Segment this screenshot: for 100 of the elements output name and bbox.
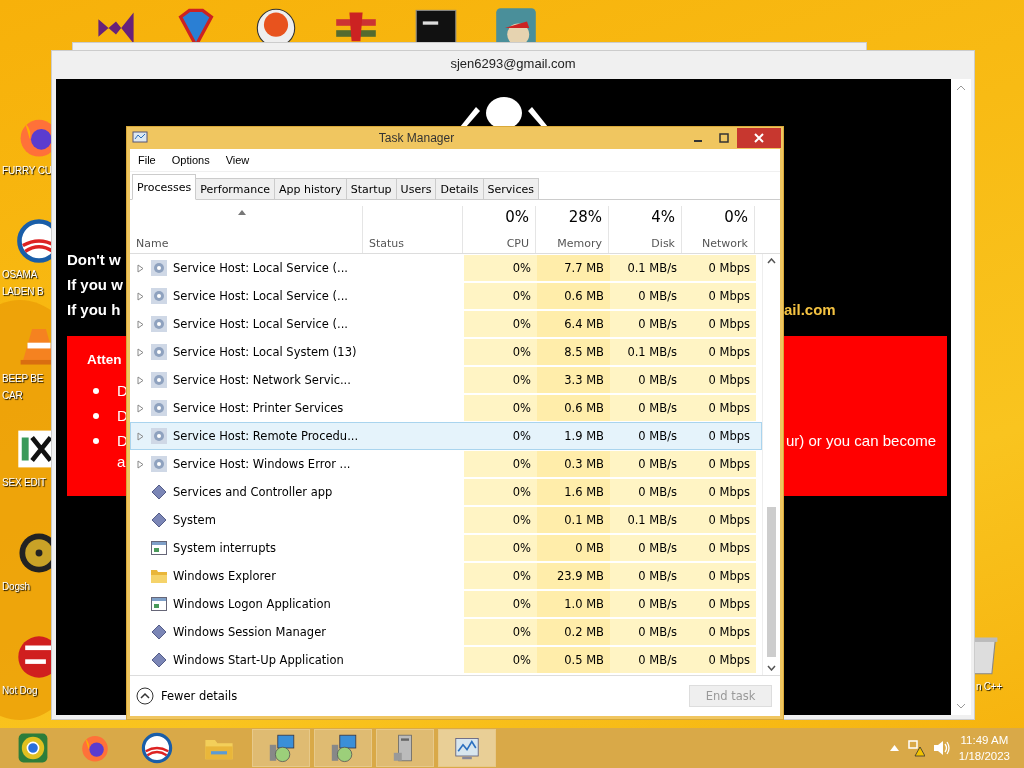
table-cell: 0.1 MB/s xyxy=(610,255,683,281)
menu-item[interactable]: View xyxy=(219,154,256,166)
taskbar-button[interactable] xyxy=(252,729,310,767)
table-cell: 1.6 MB xyxy=(537,479,610,505)
process-name: System xyxy=(173,513,216,527)
process-row[interactable]: Service Host: Local Service (... 0% 7.7 MB 0.1 MB/s 0 Mbps xyxy=(130,254,762,282)
table-cell: 0% xyxy=(464,535,537,561)
process-row[interactable]: System interrupts 0% 0 MB 0 MB/s 0 Mbps xyxy=(130,534,762,562)
browser-icon xyxy=(17,732,49,764)
tab[interactable]: Details xyxy=(435,178,484,199)
process-row[interactable]: System 0% 0.1 MB 0.1 MB/s 0 Mbps xyxy=(130,506,762,534)
process-name: Services and Controller app xyxy=(173,485,333,499)
close-button[interactable] xyxy=(737,128,781,148)
taskbar-button[interactable] xyxy=(376,729,434,767)
column-header[interactable]: Network xyxy=(702,237,748,250)
process-name: Service Host: Network Servic... xyxy=(173,373,351,387)
process-name: Service Host: Local Service (... xyxy=(173,261,348,275)
table-cell: 3.3 MB xyxy=(537,367,610,393)
usage-percent: 4% xyxy=(651,208,675,226)
gear-icon xyxy=(151,428,167,444)
table-cell: 1.0 MB xyxy=(537,591,610,617)
icon-label: BEEP BE xyxy=(2,372,44,385)
menu-item[interactable]: Options xyxy=(165,154,216,166)
usage-percent: 0% xyxy=(505,208,529,226)
expand-caret-icon[interactable] xyxy=(137,459,145,469)
process-name: Service Host: Remote Procedu... xyxy=(173,429,359,443)
expand-caret-icon[interactable] xyxy=(137,319,145,329)
process-row[interactable]: Windows Logon Application 0% 1.0 MB 0 MB/s 0 Mbps xyxy=(130,590,762,618)
tray-caret-icon[interactable] xyxy=(889,745,899,751)
usage-percent: 28% xyxy=(568,208,602,226)
window-icon xyxy=(151,597,167,611)
process-row[interactable]: Windows Explorer 0% 23.9 MB 0 MB/s 0 Mbps xyxy=(130,562,762,590)
bullet-icon xyxy=(93,437,99,444)
process-row[interactable]: Service Host: Windows Error ... 0% 0.3 MB 0 MB/s 0 Mbps xyxy=(130,450,762,478)
expand-caret-icon[interactable] xyxy=(137,291,145,301)
gear-icon xyxy=(151,456,167,472)
scroll-thumb[interactable] xyxy=(767,507,776,657)
process-name: Service Host: Local Service (... xyxy=(173,317,348,331)
process-row[interactable]: Windows Session Manager 0% 0.2 MB 0 MB/s 0 Mbps xyxy=(130,618,762,646)
table-cell: 0 MB/s xyxy=(610,311,683,337)
table-cell: 0 Mbps xyxy=(683,507,756,533)
process-row[interactable]: Service Host: Local System (13) 0% 8.5 MB 0.1 MB/s 0 Mbps xyxy=(130,338,762,366)
expand-caret-icon[interactable] xyxy=(137,347,145,357)
table-cell: 6.4 MB xyxy=(537,311,610,337)
column-header[interactable]: Disk xyxy=(651,237,675,250)
diamond-icon xyxy=(151,512,167,528)
process-row[interactable]: Service Host: Local Service (... 0% 0.6 MB 0 MB/s 0 Mbps xyxy=(130,282,762,310)
table-cell: 0 MB/s xyxy=(610,283,683,309)
process-row[interactable]: Service Host: Remote Procedu... 0% 1.9 MB 0 MB/s 0 Mbps xyxy=(130,422,762,450)
table-cell: 0 MB/s xyxy=(610,591,683,617)
tab[interactable]: Users xyxy=(395,178,437,199)
table-cell: 0% xyxy=(464,563,537,589)
scroll-up-icon[interactable] xyxy=(767,258,776,264)
gear-icon xyxy=(151,344,167,360)
expand-caret-icon[interactable] xyxy=(137,403,145,413)
gear-icon xyxy=(151,288,167,304)
table-cell: 0.5 MB xyxy=(537,647,610,673)
network-warning-icon[interactable] xyxy=(906,739,925,757)
menu-item[interactable]: File xyxy=(132,154,162,166)
tab[interactable]: Processes xyxy=(132,174,197,200)
table-cell: 0% xyxy=(464,451,537,477)
tab[interactable]: App history xyxy=(273,178,347,199)
table-cell: 23.9 MB xyxy=(537,563,610,589)
process-row[interactable]: Service Host: Local Service (... 0% 6.4 MB 0 MB/s 0 Mbps xyxy=(130,310,762,338)
expand-caret-icon[interactable] xyxy=(137,375,145,385)
taskbar-button[interactable] xyxy=(314,729,372,767)
column-header[interactable]: Memory xyxy=(557,237,602,250)
gear-icon xyxy=(151,372,167,388)
speaker-icon[interactable] xyxy=(932,740,951,756)
table-cell: 0 Mbps xyxy=(683,255,756,281)
tab[interactable]: Startup xyxy=(345,178,397,199)
icon-label: n C++ xyxy=(975,680,1003,693)
scroll-down-icon[interactable] xyxy=(767,665,776,671)
column-header[interactable]: Status xyxy=(369,237,405,250)
diamond-icon xyxy=(151,624,167,640)
table-cell: 0% xyxy=(464,311,537,337)
column-header[interactable]: CPU xyxy=(506,237,529,250)
process-name: Windows Logon Application xyxy=(173,597,331,611)
table-cell-text: 0% xyxy=(511,428,532,445)
sunrise-logo-icon xyxy=(141,732,173,764)
process-row[interactable]: Services and Controller app 0% 1.6 MB 0 MB/s 0 Mbps xyxy=(130,478,762,506)
table-cell: 0.1 MB/s xyxy=(610,507,683,533)
close-icon xyxy=(754,133,764,143)
tab[interactable]: Performance xyxy=(195,178,275,199)
tab[interactable]: Services xyxy=(482,178,539,199)
table-cell: 0.6 MB xyxy=(537,283,610,309)
process-row[interactable]: Service Host: Network Servic... 0% 3.3 MB 0 MB/s 0 Mbps xyxy=(130,366,762,394)
gear-icon xyxy=(151,316,167,332)
process-name: Service Host: Printer Services xyxy=(173,401,344,415)
expand-caret-icon[interactable] xyxy=(137,263,145,273)
table-cell: 0% xyxy=(464,255,537,281)
warning-text: ur) or you can become xyxy=(786,432,937,449)
table-cell: 0 Mbps xyxy=(683,339,756,365)
process-row[interactable]: Service Host: Printer Services 0% 0.6 MB 0 MB/s 0 Mbps xyxy=(130,394,762,422)
column-header[interactable]: Name xyxy=(136,237,169,250)
fewer-details-button[interactable]: Fewer details xyxy=(136,687,238,705)
taskbar-button[interactable] xyxy=(438,729,496,767)
expand-caret-icon[interactable] xyxy=(137,431,145,441)
process-row[interactable]: Windows Start-Up Application 0% 0.5 MB 0 MB/s 0 Mbps xyxy=(130,646,762,674)
table-cell: 0.1 MB xyxy=(537,507,610,533)
